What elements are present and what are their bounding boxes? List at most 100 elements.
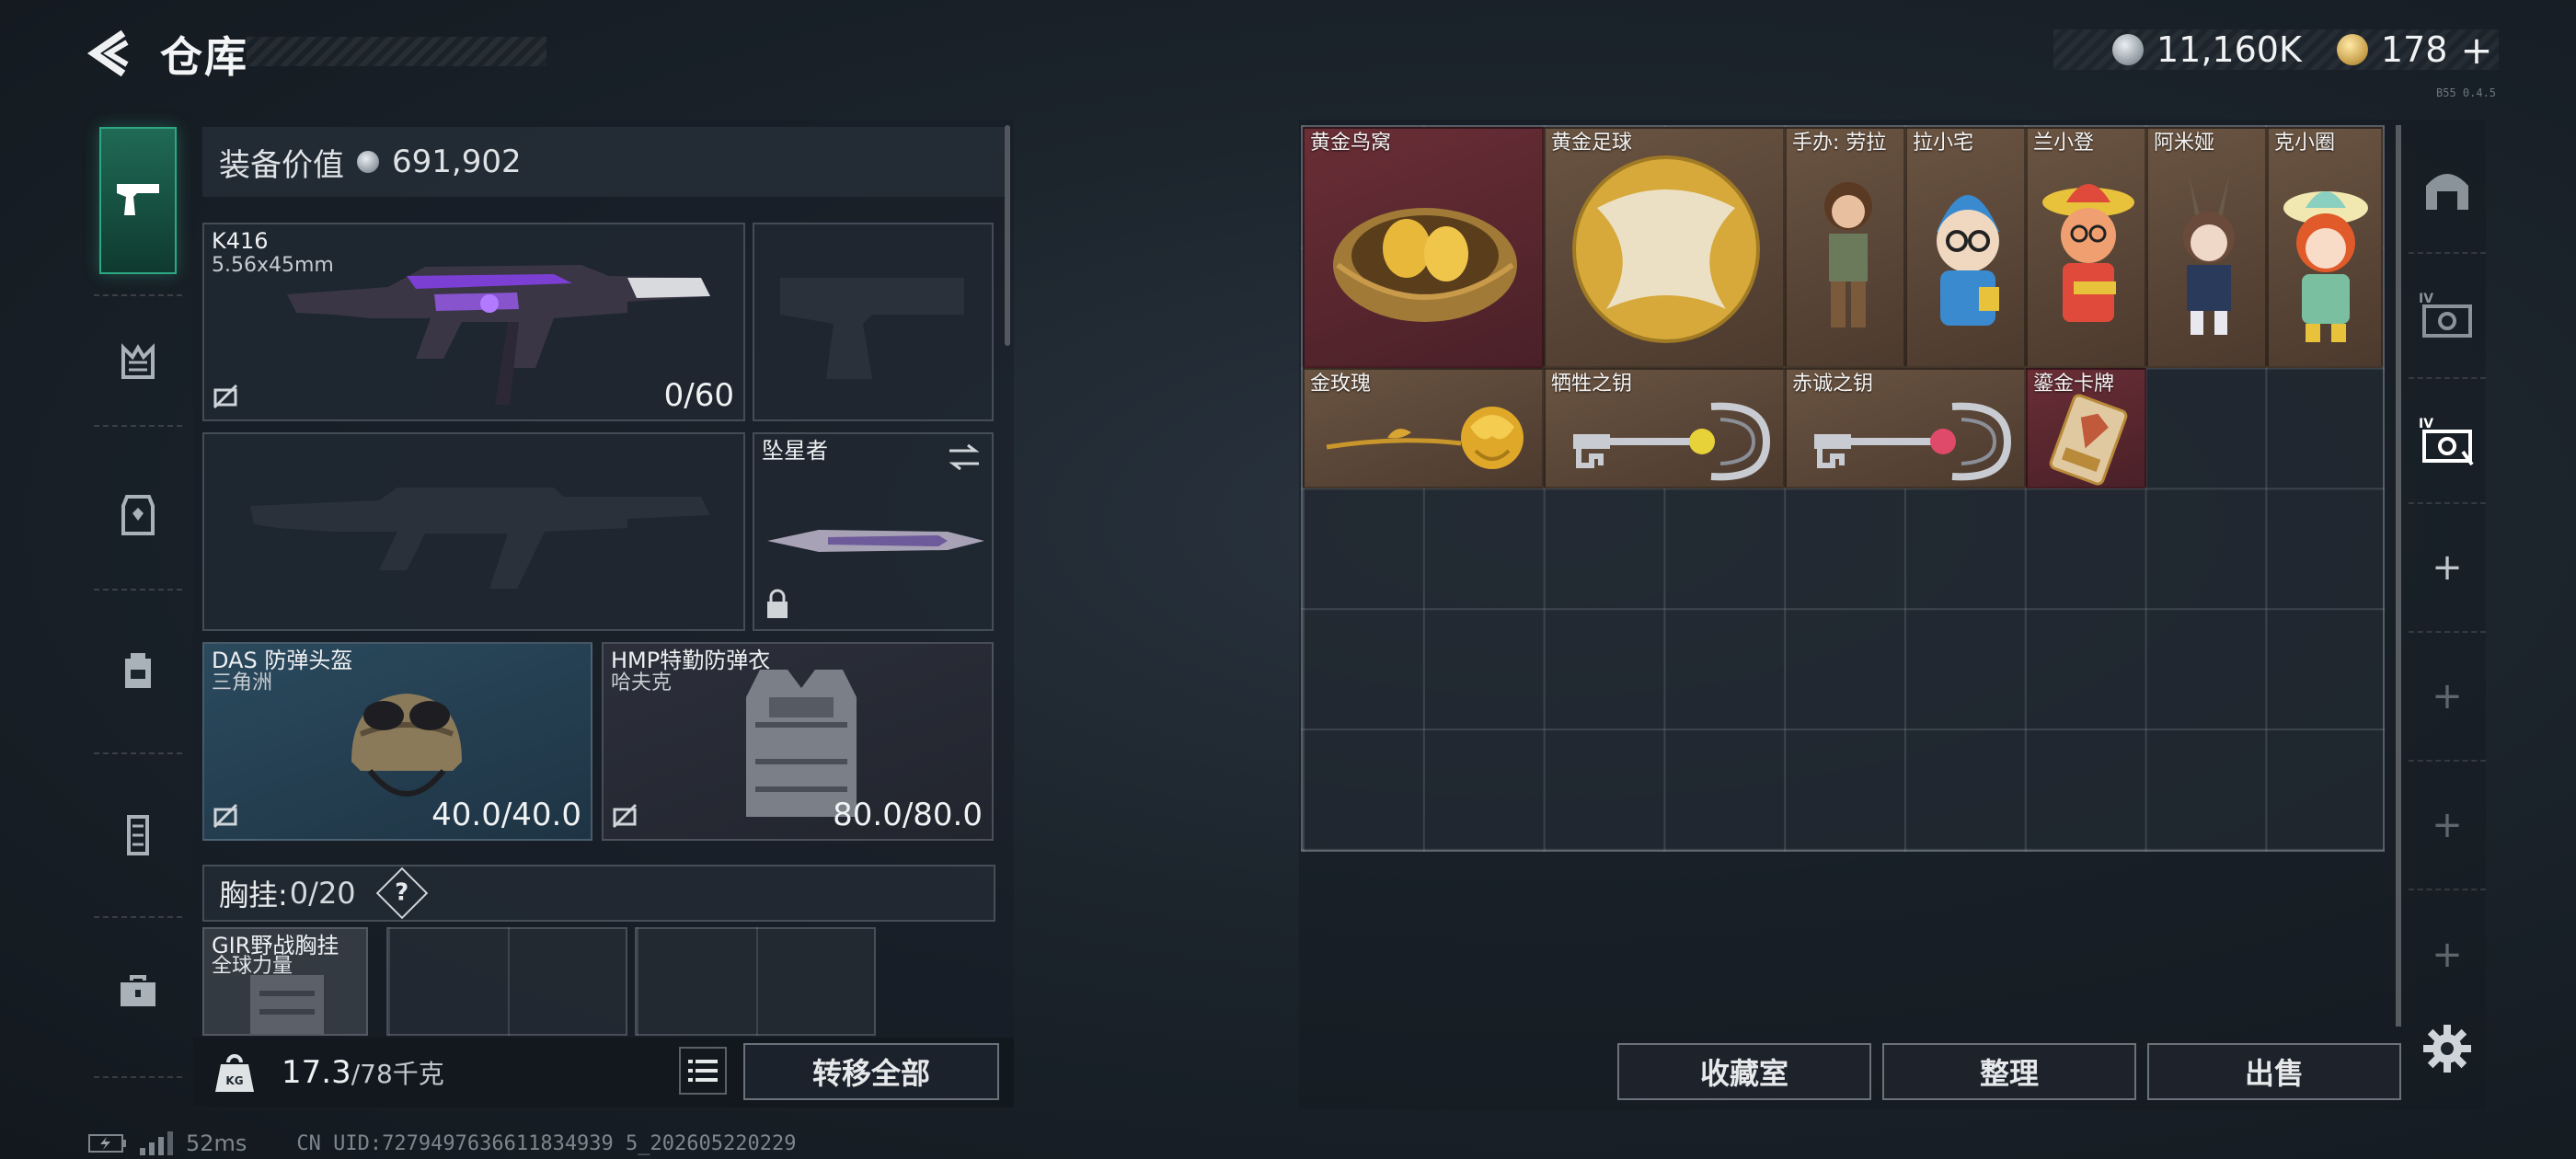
storage-item[interactable]: 鎏金卡牌: [2026, 368, 2146, 488]
add-storage-tab-button[interactable]: +: [2409, 890, 2486, 1019]
add-icon: +: [2432, 934, 2463, 976]
gilded-card-icon: [2049, 394, 2128, 486]
figure-laxiaozhai-icon: [1937, 195, 1999, 326]
chest-rig-icon: [250, 975, 324, 1034]
storage-tab-box-1[interactable]: IV: [2409, 254, 2486, 379]
rail-tab-armor[interactable]: [99, 476, 177, 554]
vest-icon: [121, 495, 155, 535]
add-currency-button[interactable]: +: [2460, 28, 2492, 73]
add-storage-tab-button[interactable]: +: [2409, 762, 2486, 890]
silver-coin-icon: [2112, 34, 2144, 65]
back-arrow-icon: [86, 29, 129, 77]
item-name: 赤诚之钥: [1792, 373, 1874, 396]
storage-item[interactable]: 黄金足球: [1544, 127, 1785, 368]
storage-item[interactable]: 阿米娅: [2146, 127, 2267, 368]
golden-nest-icon: [1333, 208, 1517, 322]
signal-icon: [140, 1131, 173, 1155]
storage-item[interactable]: 黄金鸟窝: [1303, 127, 1544, 368]
storage-tab-box-2[interactable]: IV: [2409, 379, 2486, 504]
equipment-value: 691,902: [392, 143, 522, 180]
gold-amount: 178: [2380, 29, 2448, 70]
no-trade-icon: [213, 803, 238, 829]
rail-divider: [94, 752, 182, 754]
rail-tab-attachments[interactable]: [99, 324, 177, 401]
storage-scrollbar[interactable]: [2396, 125, 2401, 1027]
home-icon: [2426, 174, 2468, 210]
chest-rig-empty-slot[interactable]: [635, 927, 876, 1036]
devotion-key-icon: [1814, 402, 2012, 481]
equipment-value-bar: 装备价值 691,902: [202, 127, 1005, 197]
armor-slot[interactable]: HMP特勤防弹衣 哈夫克 80.0/80.0: [602, 642, 994, 841]
storage-item[interactable]: 赤诚之钥: [1785, 368, 2026, 488]
rig-icon: [127, 815, 149, 855]
back-button[interactable]: [85, 26, 140, 81]
transfer-all-button[interactable]: 转移全部: [743, 1043, 999, 1100]
golden-rose-icon: [1326, 407, 1524, 469]
storage-item[interactable]: 兰小登: [2026, 127, 2146, 368]
battery-icon: [88, 1134, 126, 1153]
figure-lanxiaodeng-icon: [2042, 184, 2134, 322]
swap-icon[interactable]: [946, 442, 983, 473]
pistol-placeholder-icon: [780, 278, 964, 379]
sort-button[interactable]: 整理: [1882, 1043, 2136, 1100]
melee-slot[interactable]: 坠星者: [753, 432, 994, 631]
rail-tab-helmet[interactable]: [99, 631, 177, 708]
storage-box-icon: IV: [2419, 292, 2472, 338]
helmet-slot[interactable]: DAS 防弹头盔 三角洲 40.0/40.0: [202, 642, 592, 841]
storage-item[interactable]: 金玫瑰: [1303, 368, 1544, 488]
currency-bar: 11,160K 178 +: [2053, 28, 2499, 73]
storage-item[interactable]: 克小圈: [2267, 127, 2383, 368]
item-name: 拉小宅: [1913, 132, 1974, 155]
status-bar: 52ms CN UID:7279497636611834939 5_202605…: [88, 1130, 796, 1157]
weight-icon: KG: [215, 1054, 254, 1092]
secondary-weapon-slot[interactable]: [202, 432, 745, 631]
storage-tab-home[interactable]: [2409, 125, 2486, 254]
pistol-slot[interactable]: [753, 223, 994, 421]
ping-value: 52ms: [186, 1130, 247, 1156]
chest-rig-empty-slot[interactable]: [386, 927, 627, 1036]
lock-icon: [767, 589, 788, 618]
item-name: 黄金鸟窝: [1310, 132, 1392, 155]
backpack-icon: [125, 653, 151, 688]
rail-divider: [94, 294, 182, 296]
list-view-button[interactable]: [679, 1047, 727, 1095]
equipment-scrollbar[interactable]: [1005, 125, 1010, 346]
storage-item[interactable]: 手办: 劳拉: [1785, 127, 1905, 368]
no-trade-icon: [612, 803, 638, 829]
rail-tab-chest-rig[interactable]: [99, 797, 177, 874]
svg-text:IV: IV: [2419, 292, 2433, 306]
settings-button[interactable]: [2421, 1023, 2473, 1074]
rail-tab-supplies[interactable]: [99, 953, 177, 1030]
rail-divider: [94, 1076, 182, 1078]
add-storage-tab-button[interactable]: +: [2409, 633, 2486, 762]
storage-tabs-rail: IV IV + + + +: [2409, 125, 2486, 1109]
item-name: 阿米娅: [2154, 132, 2215, 155]
item-name: 金玫瑰: [1310, 373, 1372, 396]
primary-weapon-slot[interactable]: K416 5.56x45mm 0/60: [202, 223, 745, 421]
weapon-durability: 0/60: [663, 377, 734, 414]
helmet-faction: 三角洲: [212, 671, 273, 694]
add-icon: +: [2432, 546, 2463, 589]
rifle-placeholder-icon: [250, 488, 710, 589]
chest-rig-header: 胸挂: 0/20 ?: [202, 865, 995, 922]
helmet-name: DAS 防弹头盔: [212, 648, 353, 673]
storage-item[interactable]: 牺牲之钥: [1544, 368, 1785, 488]
golden-football-icon: [1572, 155, 1760, 343]
add-storage-tab-button[interactable]: +: [2409, 504, 2486, 633]
version-tag: B55 0.4.5: [2436, 86, 2497, 99]
storage-grid[interactable]: 黄金鸟窝 黄金足球 手办: 劳拉 拉小宅 兰小登 阿米娅 克小圈 金玫瑰 牺牲之…: [1301, 125, 2385, 852]
page-title: 仓库: [160, 32, 248, 82]
help-icon[interactable]: ?: [375, 866, 428, 920]
rail-divider: [94, 589, 182, 591]
figure-amiya-icon: [2183, 175, 2235, 335]
chest-rig-slot[interactable]: GIR野战胸挂 全球力量: [202, 927, 368, 1036]
sell-button[interactable]: 出售: [2147, 1043, 2401, 1100]
weapon-name: K416: [212, 228, 269, 254]
collection-room-button[interactable]: 收藏室: [1617, 1043, 1871, 1100]
weapon-ammo-type: 5.56x45mm: [212, 254, 334, 277]
storage-item[interactable]: 拉小宅: [1905, 127, 2026, 368]
rail-tab-weapons[interactable]: [99, 160, 177, 237]
rail-divider: [94, 916, 182, 918]
no-trade-icon: [213, 384, 238, 409]
k416-rifle-icon: [287, 265, 710, 405]
